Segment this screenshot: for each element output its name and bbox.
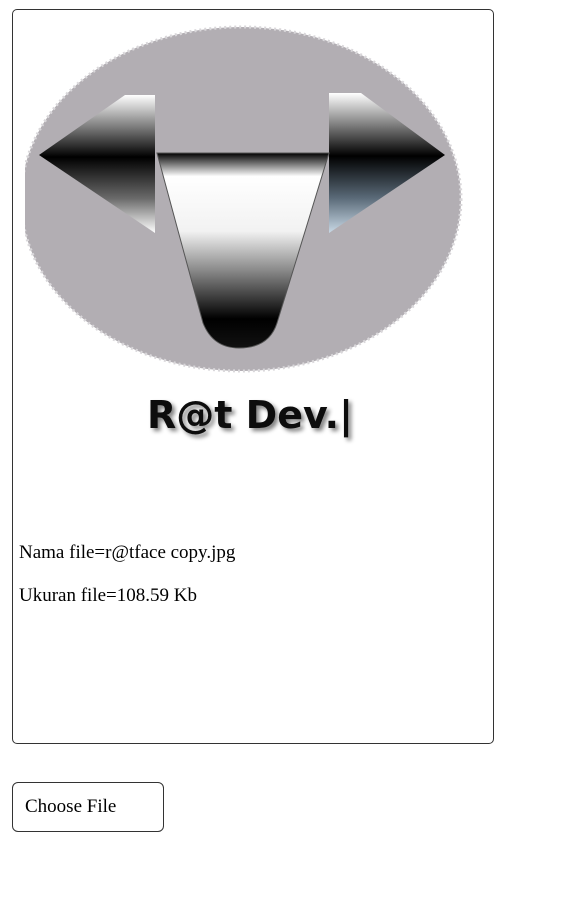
choose-file-button[interactable]: Choose File bbox=[12, 782, 164, 832]
logo-text: R@t Dev.| bbox=[147, 393, 353, 438]
file-name-text: Nama file=r@tface copy.jpg bbox=[19, 542, 236, 563]
uploaded-logo-image: R@t Dev.| bbox=[25, 25, 463, 438]
file-size-text: Ukuran file=108.59 Kb bbox=[19, 585, 197, 606]
image-preview-box: R@t Dev.| Nama file=r@tface copy.jpg Uku… bbox=[12, 9, 494, 744]
